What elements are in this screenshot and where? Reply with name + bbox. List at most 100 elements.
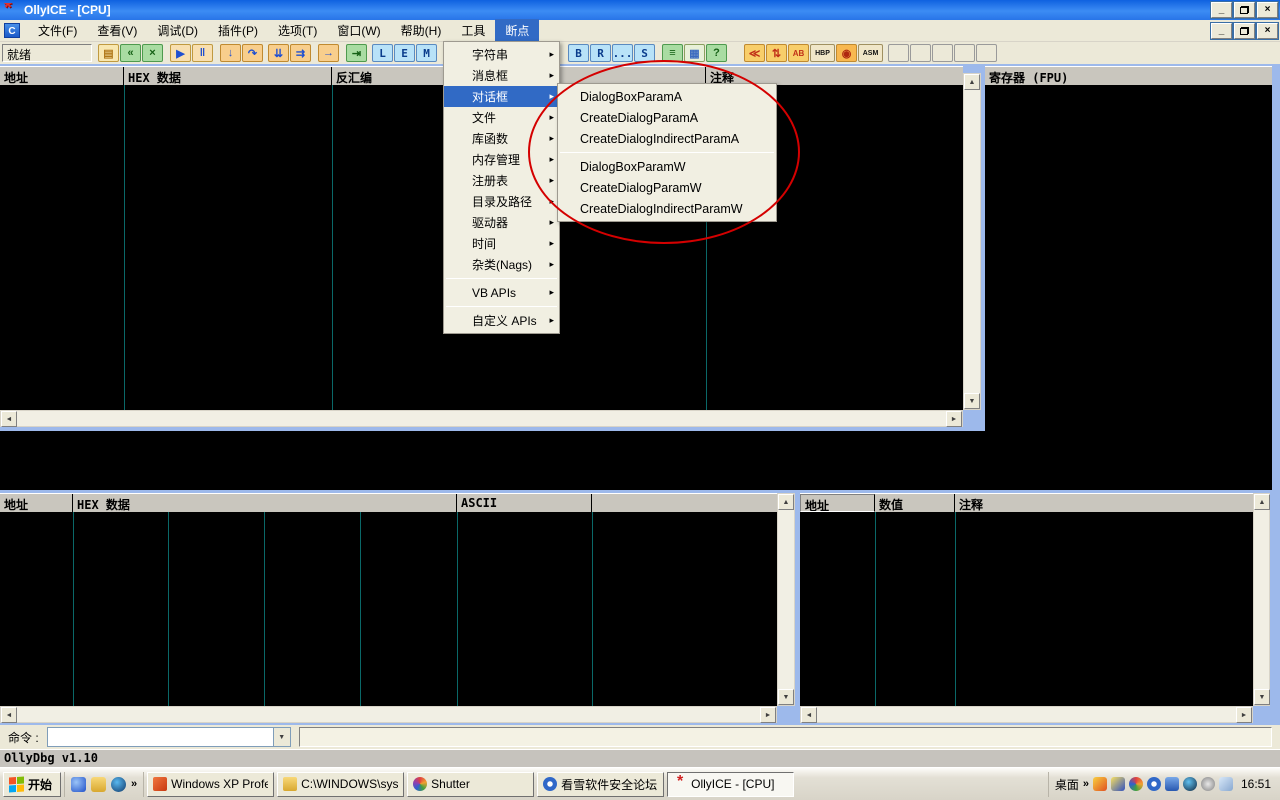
scroll-up-icon[interactable]: ▲ xyxy=(778,494,794,510)
scroll-left-icon[interactable]: ◄ xyxy=(1,707,17,723)
plugin-ab-button[interactable]: AB xyxy=(788,44,809,62)
submenu-item-createdialogparamw[interactable]: CreateDialogParamW xyxy=(558,177,776,198)
desktop-toolbar-label[interactable]: 桌面 xyxy=(1055,776,1079,793)
taskbar-task-ollyice[interactable]: * OllyICE - [CPU] xyxy=(667,771,795,797)
step-into-button[interactable]: ↓ xyxy=(220,44,241,62)
scroll-right-icon[interactable]: ► xyxy=(946,411,962,427)
scroll-right-icon[interactable]: ► xyxy=(1236,707,1252,723)
restart-button[interactable]: « xyxy=(120,44,141,62)
scroll-down-icon[interactable]: ▼ xyxy=(1254,689,1270,705)
tray-icon-5[interactable] xyxy=(1164,777,1179,791)
tray-icon-6[interactable] xyxy=(1182,777,1197,791)
quicklaunch-folder-icon[interactable] xyxy=(91,776,107,792)
stack-col-comment[interactable]: 注释 xyxy=(955,494,1253,512)
tray-icon-4[interactable] xyxy=(1146,777,1161,791)
chevron-right-icon[interactable]: » xyxy=(131,778,137,790)
menu-plugins[interactable]: 插件(P) xyxy=(208,19,268,42)
mdi-close-button[interactable]: × xyxy=(1256,21,1279,40)
restore-button[interactable] xyxy=(1233,1,1256,19)
disasm-col-address[interactable]: 地址 xyxy=(0,67,124,85)
submenu-item-dialogboxparama[interactable]: DialogBoxParamA xyxy=(558,86,776,107)
open-file-button[interactable]: ▤ xyxy=(98,44,119,62)
menu-item-custom-apis[interactable]: 自定义 APIs ▸ xyxy=(444,310,559,331)
scroll-left-icon[interactable]: ◄ xyxy=(1,411,17,427)
tray-icon-8[interactable] xyxy=(1218,777,1233,791)
scroll-down-icon[interactable]: ▼ xyxy=(964,393,980,409)
combo-dropdown-button[interactable]: ▼ xyxy=(272,728,290,746)
tray-icon-1[interactable] xyxy=(1092,777,1107,791)
disasm-col-hexdata[interactable]: HEX 数据 xyxy=(124,67,332,85)
windows-button[interactable]: ▦ xyxy=(684,44,705,62)
animate-over-button[interactable]: ⇉ xyxy=(290,44,311,62)
menu-item-strings[interactable]: 字符串 ▸ xyxy=(444,44,559,65)
menu-item-messagebox[interactable]: 消息框 ▸ xyxy=(444,65,559,86)
quicklaunch-messenger-icon[interactable] xyxy=(111,776,127,792)
dump-col-empty[interactable] xyxy=(592,494,777,512)
mdi-restore-button[interactable] xyxy=(1233,21,1256,40)
submenu-item-createdialogindirectparama[interactable]: CreateDialogIndirectParamA xyxy=(558,128,776,149)
registers-pane[interactable] xyxy=(985,85,1272,490)
trace-window-button[interactable]: ... xyxy=(612,44,633,62)
chevron-right-icon[interactable]: » xyxy=(1083,778,1089,790)
dump-col-hexdata[interactable]: HEX 数据 xyxy=(73,494,457,512)
menu-breakpoints[interactable]: 断点 xyxy=(495,19,540,42)
quicklaunch-browser-icon[interactable] xyxy=(71,776,87,792)
toolbar-empty-button[interactable] xyxy=(954,44,975,62)
asm-button[interactable]: ASM xyxy=(858,44,883,62)
scroll-down-icon[interactable]: ▼ xyxy=(778,689,794,705)
toolbar-empty-button[interactable] xyxy=(932,44,953,62)
menu-item-registry[interactable]: 注册表 ▸ xyxy=(444,170,559,191)
dump-hscrollbar[interactable]: ◄ ► xyxy=(0,706,777,723)
help-button[interactable]: ? xyxy=(706,44,727,62)
hardware-breakpoint-button[interactable]: HBP xyxy=(810,44,835,62)
executables-window-button[interactable]: E xyxy=(394,44,415,62)
execute-till-return-button[interactable]: ⇥ xyxy=(346,44,367,62)
tray-icon-3[interactable] xyxy=(1128,777,1143,791)
menu-window[interactable]: 窗口(W) xyxy=(327,19,390,42)
submenu-item-dialogboxparamw[interactable]: DialogBoxParamW xyxy=(558,156,776,177)
tray-icon-7[interactable] xyxy=(1200,777,1215,791)
scroll-left-icon[interactable]: ◄ xyxy=(801,707,817,723)
menu-item-drives[interactable]: 驱动器 ▸ xyxy=(444,212,559,233)
command-input[interactable] xyxy=(47,728,273,746)
menu-tools[interactable]: 工具 xyxy=(451,19,495,42)
log-window-button[interactable]: L xyxy=(372,44,393,62)
scroll-up-icon[interactable]: ▲ xyxy=(964,74,980,90)
menu-item-library[interactable]: 库函数 ▸ xyxy=(444,128,559,149)
menu-file[interactable]: 文件(F) xyxy=(28,19,87,42)
stack-col-address[interactable]: 地址 xyxy=(800,494,875,512)
disasm-vscrollbar[interactable]: ▲ ▼ xyxy=(963,73,981,410)
menu-options[interactable]: 选项(T) xyxy=(268,19,327,42)
menu-debug[interactable]: 调试(D) xyxy=(147,19,208,42)
stack-col-value[interactable]: 数值 xyxy=(875,494,955,512)
info-pane[interactable] xyxy=(0,431,985,490)
menu-item-nags[interactable]: 杂类(Nags) ▸ xyxy=(444,254,559,275)
mdi-minimize-button[interactable]: _ xyxy=(1210,21,1233,40)
tray-icon-2[interactable] xyxy=(1110,777,1125,791)
dump-col-address[interactable]: 地址 xyxy=(0,494,73,512)
animate-into-button[interactable]: ⇊ xyxy=(268,44,289,62)
dump-vscrollbar[interactable]: ▲ ▼ xyxy=(777,493,795,706)
toolbar-empty-button[interactable] xyxy=(910,44,931,62)
menu-help[interactable]: 帮助(H) xyxy=(391,19,452,42)
stack-pane[interactable] xyxy=(800,512,1253,706)
plugin-updown-button[interactable]: ⇅ xyxy=(766,44,787,62)
command-combobox[interactable]: ▼ xyxy=(46,727,291,747)
source-window-button[interactable]: S xyxy=(634,44,655,62)
breakpoints-window-button[interactable]: B xyxy=(568,44,589,62)
taskbar-task-shutter[interactable]: Shutter xyxy=(407,771,535,797)
menu-view[interactable]: 查看(V) xyxy=(87,19,147,42)
pause-button[interactable]: ‖ xyxy=(192,44,213,62)
taskbar-task-windows-xp[interactable]: Windows XP Profes... xyxy=(147,771,275,797)
disasm-hscrollbar[interactable]: ◄ ► xyxy=(0,410,963,427)
scroll-up-icon[interactable]: ▲ xyxy=(1254,494,1270,510)
taskbar-task-explorer[interactable]: C:\WINDOWS\syste... xyxy=(277,771,405,797)
submenu-item-createdialogindirectparamw[interactable]: CreateDialogIndirectParamW xyxy=(558,198,776,219)
toolbar-empty-button[interactable] xyxy=(976,44,997,62)
toolbar-empty-button[interactable] xyxy=(888,44,909,62)
stack-vscrollbar[interactable]: ▲ ▼ xyxy=(1253,493,1270,706)
dump-col-ascii[interactable]: ASCII xyxy=(457,494,592,512)
plugin-arrows-button[interactable]: ≪ xyxy=(744,44,765,62)
memory-window-button[interactable]: M xyxy=(416,44,437,62)
breakpoint-list-button[interactable]: ≡ xyxy=(662,44,683,62)
